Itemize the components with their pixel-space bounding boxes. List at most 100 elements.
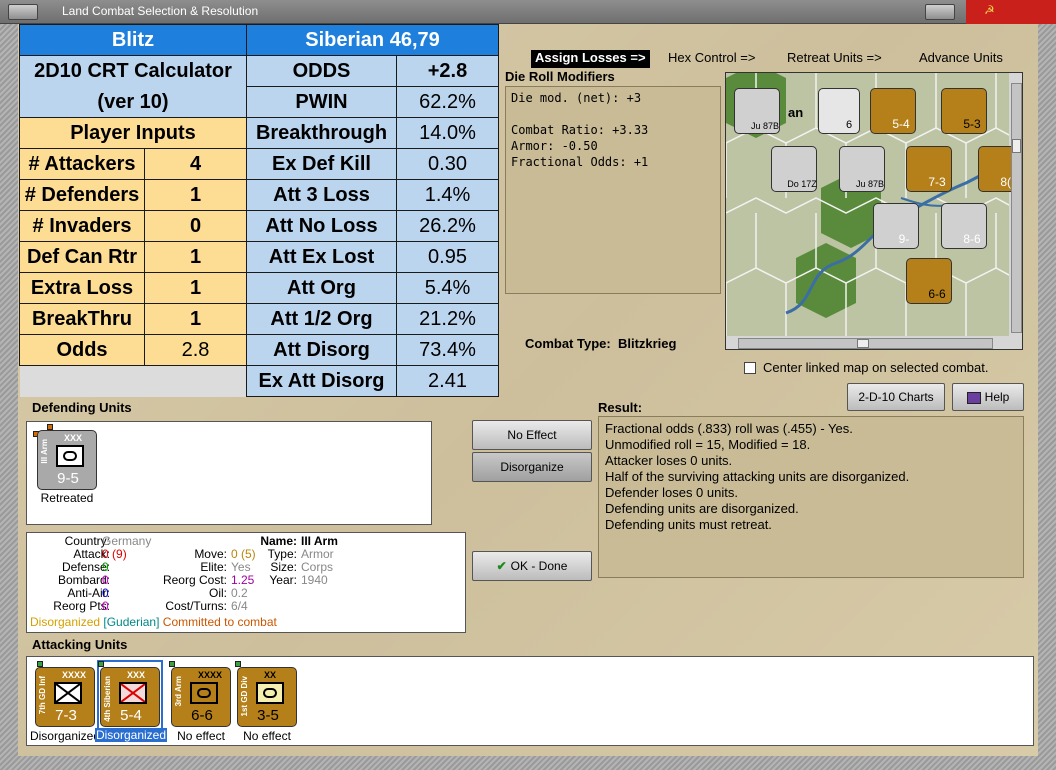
result-heading: Result: xyxy=(598,400,643,415)
defending-heading: Defending Units xyxy=(32,400,132,415)
map-counter-1st-siberian[interactable]: 5-4 xyxy=(870,88,916,134)
defender-status: Retreated xyxy=(40,491,94,505)
armor-symbol-icon xyxy=(197,688,211,698)
result-value: +2.8 xyxy=(396,55,499,87)
result-label: Att No Loss xyxy=(246,210,397,242)
linked-map[interactable]: an Ju 87B 6 5-4 5-3 Do 17Z Ju 87B 7-3 8(… xyxy=(725,72,1023,350)
input-value[interactable]: 4 xyxy=(144,148,247,180)
unit-info-keys-1: Country: Attack: Defense: Bombard: Anti-… xyxy=(53,534,110,613)
calc-title: 2D10 CRT Calculator (ver 10) xyxy=(19,55,247,118)
checkmark-icon: ✔ xyxy=(496,559,507,573)
input-value[interactable]: 1 xyxy=(144,241,247,273)
attacker-counter-1st-gd-div[interactable]: 1st GD Div XX 3-5 xyxy=(237,667,297,727)
result-label: Ex Def Kill xyxy=(246,148,397,180)
result-label: Breakthrough xyxy=(246,117,397,149)
window-title: Land Combat Selection & Resolution xyxy=(62,4,259,18)
unit-info-keys-2: Move: Elite: Reorg Cost: Oil: Cost/Turns… xyxy=(162,547,227,613)
center-map-checkbox[interactable] xyxy=(744,362,756,374)
result-label: Att Org xyxy=(246,272,397,304)
result-value: 2.41 xyxy=(396,365,499,397)
map-counter-xx[interactable]: 6 xyxy=(818,88,860,134)
help-button[interactable]: Help xyxy=(952,383,1024,411)
map-counter-3rd-arm[interactable]: 6-6 xyxy=(906,258,952,304)
input-value[interactable]: 1 xyxy=(144,179,247,211)
map-counter-7th-gd-inf[interactable]: 7-3 xyxy=(906,146,952,192)
map-counter-iii-arm[interactable]: 9- xyxy=(873,203,919,249)
attacker-status: No effect xyxy=(177,729,225,743)
result-label: ODDS xyxy=(246,55,397,87)
hex-control-step[interactable]: Hex Control => xyxy=(668,50,755,68)
attacker-counter-7th-gd-inf[interactable]: 7th GD Inf XXXX 7-3 xyxy=(35,667,95,727)
attacker-status: Disorganized xyxy=(29,729,101,743)
input-label: Extra Loss xyxy=(19,272,145,304)
map-counter-do17z[interactable]: Do 17Z xyxy=(771,146,817,192)
infantry-symbol-icon xyxy=(120,683,146,703)
unit-info-panel: Country: Attack: Defense: Bombard: Anti-… xyxy=(26,532,466,633)
book-icon xyxy=(966,391,981,404)
defending-units-list: III Arm XXX 9-5 Retreated xyxy=(26,421,432,525)
attacking-heading: Attacking Units xyxy=(32,637,128,652)
result-label: Ex Att Disorg xyxy=(246,365,397,397)
system-menu-button[interactable] xyxy=(8,4,38,20)
attacker-counter-4th-siberian[interactable]: 4th Siberian XXX 5-4 xyxy=(100,667,160,727)
map-counter-stuka-2[interactable]: Ju 87B xyxy=(839,146,885,192)
result-text: Fractional odds (.833) roll was (.455) -… xyxy=(605,421,910,532)
input-label: # Invaders xyxy=(19,210,145,242)
assign-losses-step[interactable]: Assign Losses => xyxy=(531,50,650,68)
result-value: 26.2% xyxy=(396,210,499,242)
disorganize-button[interactable]: Disorganize xyxy=(472,452,592,482)
map-counter-11th-inf[interactable]: 5-3 xyxy=(941,88,987,134)
title-bar: Land Combat Selection & Resolution ☭ xyxy=(0,0,1056,24)
result-label: Att Disorg xyxy=(246,334,397,366)
unit-info-status: Disorganized [Guderian] Committed to com… xyxy=(30,615,277,629)
input-value[interactable]: 2.8 xyxy=(144,334,247,366)
map-vscroll[interactable] xyxy=(1011,83,1022,333)
restore-button[interactable] xyxy=(925,4,955,20)
die-roll-text: Die mod. (net): +3 Combat Ratio: +3.33 A… xyxy=(511,91,649,169)
result-value: 5.4% xyxy=(396,272,499,304)
input-value[interactable]: 0 xyxy=(144,210,247,242)
result-value: 73.4% xyxy=(396,334,499,366)
result-label: Att 3 Loss xyxy=(246,179,397,211)
calc-header-left: Blitz xyxy=(19,24,247,56)
result-label: PWIN xyxy=(246,86,397,118)
defender-counter-iii-arm[interactable]: III Arm XXX 9-5 xyxy=(37,430,97,490)
crt-calculator: Blitz Siberian 46,79 2D10 CRT Calculator… xyxy=(19,24,499,397)
result-value: 62.2% xyxy=(396,86,499,118)
close-button[interactable]: ☭ xyxy=(966,0,1056,24)
map-counter-stuka[interactable]: Ju 87B xyxy=(734,88,780,134)
input-value[interactable]: 1 xyxy=(144,272,247,304)
map-label: an xyxy=(788,105,804,120)
hammer-sickle-icon: ☭ xyxy=(984,3,995,17)
input-label: # Defenders xyxy=(19,179,145,211)
no-effect-button[interactable]: No Effect xyxy=(472,420,592,450)
calc-header-right: Siberian 46,79 xyxy=(246,24,499,56)
map-hscroll-thumb[interactable] xyxy=(857,339,869,348)
result-value: 1.4% xyxy=(396,179,499,211)
map-vscroll-thumb[interactable] xyxy=(1012,139,1021,153)
retreat-units-step[interactable]: Retreat Units => xyxy=(787,50,882,68)
armor-symbol-icon xyxy=(263,688,277,698)
attacker-status: Disorganized xyxy=(95,728,167,742)
input-label: Odds xyxy=(19,334,145,366)
result-value: 0.30 xyxy=(396,148,499,180)
ok-done-button[interactable]: ✔ OK - Done xyxy=(472,551,592,581)
advance-units-step[interactable]: Advance Units xyxy=(919,50,1003,68)
attacking-units-list: 7th GD Inf XXXX 7-3 Disorganized 4th Sib… xyxy=(26,656,1034,746)
result-value: 14.0% xyxy=(396,117,499,149)
charts-button[interactable]: 2-D-10 Charts xyxy=(847,383,945,411)
map-counter-xlvi-arm[interactable]: 8-6 xyxy=(941,203,987,249)
unit-info-keys-3: Name: Type: Size: Year: xyxy=(260,534,297,587)
infantry-symbol-icon xyxy=(55,683,81,703)
unit-info-values-3: III Arm Armor Corps 1940 xyxy=(301,534,338,587)
result-panel: Fractional odds (.833) roll was (.455) -… xyxy=(598,416,1024,578)
die-roll-panel: Die mod. (net): +3 Combat Ratio: +3.33 A… xyxy=(505,86,721,294)
result-value: 0.95 xyxy=(396,241,499,273)
die-roll-heading: Die Roll Modifiers xyxy=(505,69,615,84)
result-value: 21.2% xyxy=(396,303,499,335)
map-hscroll[interactable] xyxy=(738,338,993,349)
input-label: Def Can Rtr xyxy=(19,241,145,273)
input-label: # Attackers xyxy=(19,148,145,180)
attacker-counter-3rd-arm[interactable]: 3rd Arm XXXX 6-6 xyxy=(171,667,231,727)
input-value[interactable]: 1 xyxy=(144,303,247,335)
